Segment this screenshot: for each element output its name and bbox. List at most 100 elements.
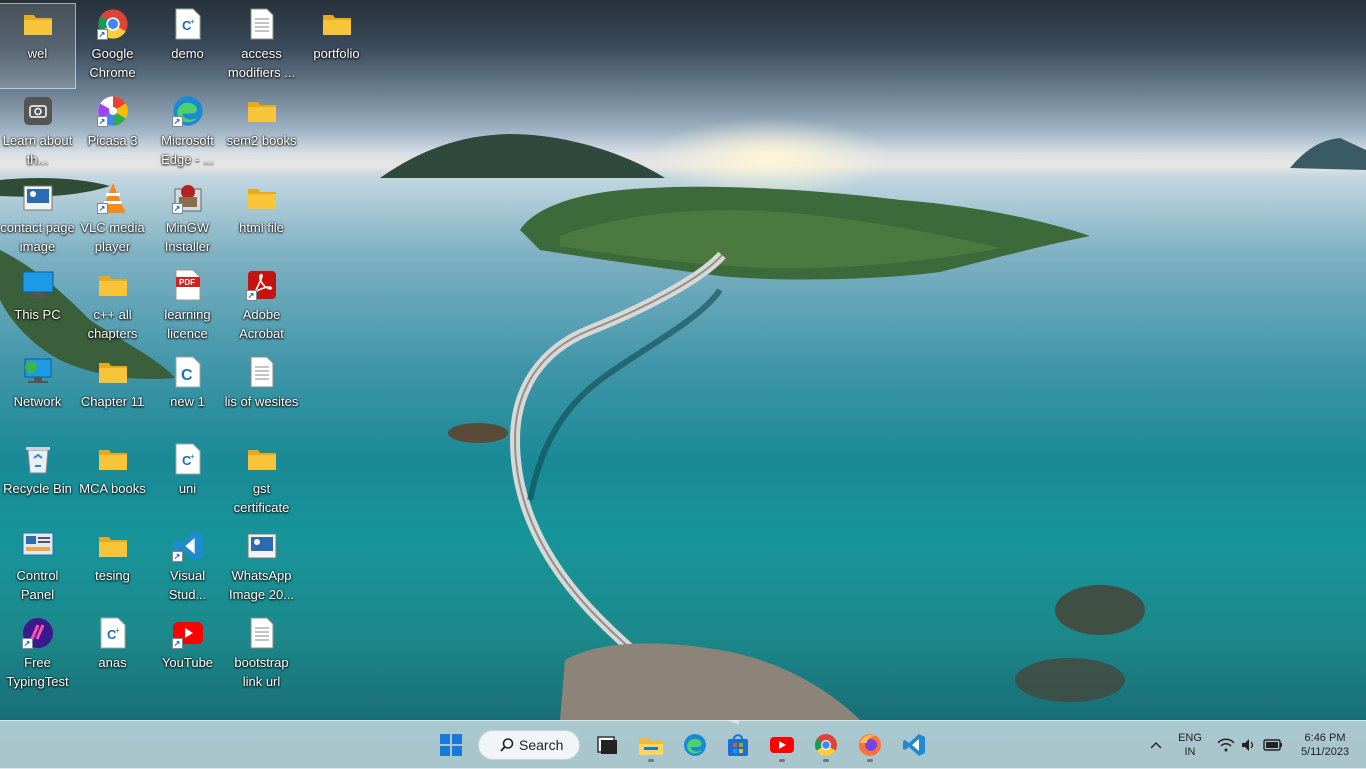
desktop-icon-label: Adobe Acrobat [239,307,284,341]
desktop-icon[interactable]: ↗ Picasa 3 [75,91,150,175]
start-button[interactable] [431,727,471,763]
desktop-icon-label: tesing [95,568,130,583]
desktop-icon[interactable]: bootstrap link url [224,613,299,697]
desktop-icon[interactable]: ↗ Free TypingTest [0,613,75,697]
desktop-icon[interactable]: PDF learning licence [150,265,225,349]
desktop-icon[interactable]: Network [0,352,75,436]
taskbar: Search ENG IN 6:46 PM 5/11/2023 [0,720,1366,769]
desktop-icon-label: demo [171,46,204,61]
shortcut-arrow-icon: ↗ [245,290,257,301]
desktop-icon[interactable]: c++ all chapters [75,265,150,349]
desktop-icon-label: wel [27,46,48,61]
desktop-icon[interactable]: Cnew 1 [150,352,225,436]
network-icon [22,356,54,388]
desktop-icon[interactable]: sem2 books [224,91,299,175]
language-indicator[interactable]: ENG IN [1172,721,1208,769]
shortcut-arrow-icon: ↗ [171,203,183,214]
language-label: ENG [1178,732,1202,744]
desktop-icon[interactable]: html file [224,178,299,262]
desktop-icon-label: sem2 books [226,133,297,148]
desktop-icon[interactable]: Control Panel [0,526,75,610]
desktop-icon[interactable]: access modifiers ... [224,4,299,88]
speaker-icon [1242,739,1254,751]
desktop-icon[interactable]: contact page image [0,178,75,262]
vscode-taskbar-button[interactable] [894,727,934,763]
youtube-taskbar-button[interactable] [762,727,802,763]
vlc-icon: ↗ [96,182,129,214]
desktop-icon[interactable]: wel [0,3,76,89]
quick-settings-button[interactable] [1212,721,1288,769]
chrome-taskbar-button[interactable] [806,727,846,763]
desktop-icon-label: access modifiers ... [227,46,296,80]
desktop-icon[interactable]: MCA books [75,439,150,523]
shortcut-arrow-icon: ↗ [96,203,108,214]
image-file-icon [22,182,54,214]
shortcut-arrow-icon: ↗ [171,638,183,649]
cpp-file-icon: C + [172,8,204,40]
clock-date: 5/11/2023 [1300,746,1350,758]
firefox-icon [859,734,881,756]
clock-time: 6:46 PM [1304,732,1346,744]
desktop-icon-label: uni [178,481,197,496]
desktop-icon-label: c++ all chapters [87,307,138,341]
edge-taskbar-button[interactable] [675,727,715,763]
desktop-icon-label: Free TypingTest [6,655,69,689]
task-view-button[interactable] [587,727,627,763]
desktop-icon[interactable]: C + uni [150,439,225,523]
desktop-icon-label: lis of wesites [224,394,299,409]
desktop-icon[interactable]: tesing [75,526,150,610]
desktop-icon[interactable]: lis of wesites [224,352,299,436]
desktop-icon[interactable]: ↗ YouTube [150,613,225,697]
svg-text:PDF: PDF [179,278,195,287]
desktop-icon[interactable]: portfolio [299,4,374,88]
desktop-icon-label: MCA books [79,481,146,496]
clock-button[interactable]: 6:46 PM 5/11/2023 [1292,721,1358,769]
desktop-icon-label: bootstrap link url [234,655,293,689]
file-explorer-button[interactable] [631,727,671,763]
shortcut-arrow-icon: ↗ [96,29,108,40]
taskbar-search-box[interactable]: Search [478,730,580,760]
desktop-icon[interactable]: ↗ VLC media player [75,178,150,262]
desktop-icon-label: This PC [14,307,61,322]
folder-icon [97,530,129,562]
cpp-file-icon: C + [172,443,204,475]
image-file-icon [246,530,278,562]
vscode-icon: ↗ [171,530,204,562]
pdf-icon: PDF [172,269,204,301]
desktop-icon[interactable]: Chapter 11 [75,352,150,436]
firefox-taskbar-button[interactable] [850,727,890,763]
desktop-icon-label: Network [13,394,62,409]
desktop-icon[interactable]: Learn about th... [0,91,75,175]
store-button[interactable] [718,727,758,763]
desktop-icon[interactable]: gst certificate [224,439,299,523]
desktop-icon-label: Picasa 3 [87,133,138,148]
folder-icon [22,8,54,40]
show-hidden-icons-button[interactable] [1145,721,1167,769]
shortcut-arrow-icon: ↗ [171,551,183,562]
desktop-icon[interactable]: C + anas [75,613,150,697]
desktop-icon-label: contact page image [0,220,75,254]
desktop-icon[interactable]: ↗ Adobe Acrobat [224,265,299,349]
youtube-icon [770,737,794,753]
desktop-icon[interactable]: ↗ Visual Stud... [150,526,225,610]
desktop-icon-label: WhatsApp Image 20... [228,568,296,602]
desktop-icon-label: MinGW Installer [164,220,213,254]
desktop-icon[interactable]: ↗ Microsoft Edge - ... [150,91,225,175]
desktop-icon[interactable]: WhatsApp Image 20... [224,526,299,610]
picasa-icon: ↗ [96,95,129,127]
folder-icon [97,269,129,301]
task-view-icon [597,736,617,754]
desktop-icon[interactable]: This PC [0,265,75,349]
desktop-icon[interactable]: C + demo [150,4,225,88]
desktop-icon-label: YouTube [161,655,214,670]
region-label: IN [1184,746,1196,758]
desktop-icon[interactable]: ↗ MinGW Installer [150,178,225,262]
folder-icon [246,182,278,214]
text-file-icon [246,617,278,649]
folder-icon [97,443,129,475]
text-file-icon [246,8,278,40]
desktop-icon[interactable]: Recycle Bin [0,439,75,523]
running-indicator [779,759,785,762]
desktop-icon-label: Learn about th... [2,133,76,167]
desktop-icon[interactable]: ↗ Google Chrome [75,4,150,88]
